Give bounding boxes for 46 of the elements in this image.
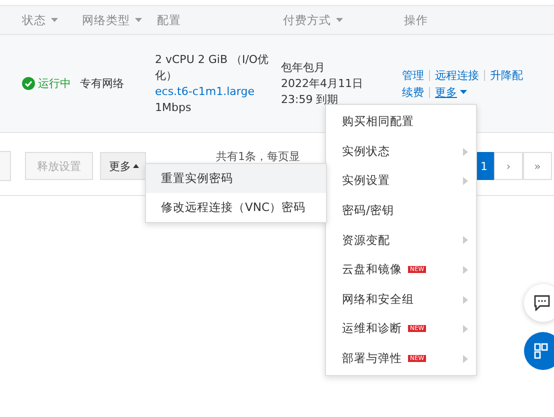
action-link[interactable]: 续费 (402, 84, 424, 100)
network-type: 专有网络 (80, 76, 124, 91)
chevron-right-icon (463, 325, 468, 334)
bandwidth-text: 1Mbps (155, 100, 192, 116)
check-circle-icon (22, 77, 35, 90)
caret-icon (336, 18, 343, 22)
menu-item[interactable]: 资源变配 (326, 225, 476, 255)
menu-item[interactable]: 网络和安全组 (326, 284, 476, 314)
page-button[interactable]: › (494, 152, 523, 180)
caret-icon (51, 18, 58, 22)
menu-item[interactable]: 实例状态 (326, 136, 476, 166)
apps-button[interactable] (524, 332, 554, 370)
chevron-right-icon (463, 236, 468, 244)
action-link[interactable]: 升降配 (490, 66, 523, 84)
action-link[interactable]: 管理 (402, 66, 424, 84)
chevron-right-icon (463, 296, 468, 304)
menu-item[interactable]: 重置实例密码 (146, 164, 326, 193)
caret-icon (133, 164, 139, 168)
expiry-text: 2022年4月11日 23:59 到期 (281, 76, 364, 108)
billing-type: 包年包月 (281, 60, 325, 76)
menu-item[interactable]: 实例设置 (326, 166, 476, 196)
menu-item[interactable]: 密码/密钥 (326, 196, 476, 226)
chevron-right-icon (463, 148, 468, 156)
chat-button[interactable] (524, 284, 554, 322)
column-header[interactable]: 状态 (22, 12, 58, 28)
instance-type-link[interactable]: ecs.t6-c1m1.large (155, 84, 254, 100)
page-button[interactable]: » (523, 152, 552, 180)
menu-item[interactable]: 修改远程连接（VNC）密码 (146, 193, 326, 222)
chevron-right-icon (463, 177, 468, 186)
caret-icon (135, 18, 142, 22)
chevron-right-icon (463, 354, 468, 363)
chat-icon (534, 295, 550, 311)
config-text: 2 vCPU 2 GiB （I/O优化） (155, 52, 270, 84)
column-header: 操作 (404, 12, 428, 28)
action-link[interactable]: 更多 (435, 84, 467, 100)
column-header: 配置 (157, 12, 181, 28)
column-header[interactable]: 付费方式 (283, 12, 343, 28)
column-header[interactable]: 网络类型 (82, 12, 142, 28)
caret-icon (460, 90, 467, 94)
action-link[interactable]: 远程连接 (435, 66, 479, 84)
chevron-right-icon (463, 266, 468, 274)
toolbar-button[interactable]: 更多 (100, 152, 146, 180)
pagination-summary: 共有1条，每页显 (216, 148, 300, 164)
grid-icon (534, 343, 548, 359)
status-text: 运行中 (38, 76, 71, 91)
menu-item[interactable]: 购买相同配置 (326, 107, 476, 137)
